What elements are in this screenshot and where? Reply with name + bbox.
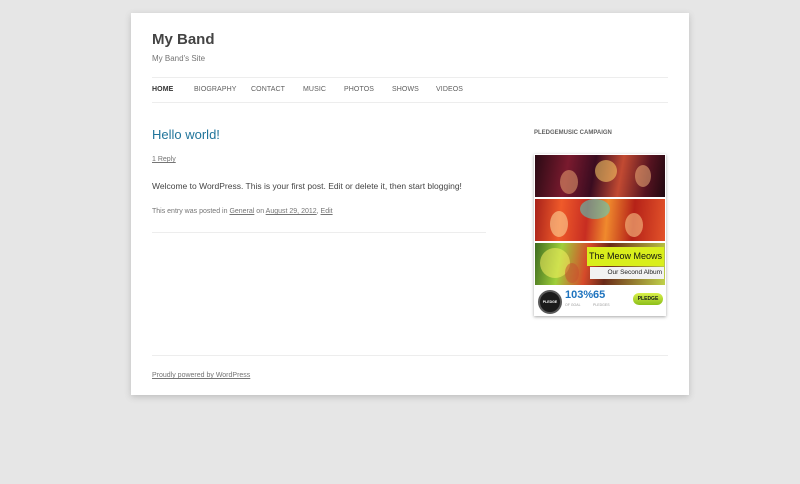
goal-percent: 103% xyxy=(565,289,594,301)
pledge-count: 65 xyxy=(593,289,606,301)
nav-item-photos[interactable]: Photos xyxy=(344,86,374,93)
widget-title: PledgeMusic Campaign xyxy=(534,130,612,136)
album-label: Our Second Album xyxy=(590,267,664,279)
category-link[interactable]: General xyxy=(229,208,254,215)
band-photo-1 xyxy=(535,155,665,197)
page-container: My Band My Band's Site Home Biography Co… xyxy=(131,13,689,395)
pledge-count-label: pledges xyxy=(593,303,610,307)
nav-item-music[interactable]: Music xyxy=(303,86,326,93)
nav-item-shows[interactable]: Shows xyxy=(392,86,419,93)
reply-link[interactable]: 1 Reply xyxy=(152,156,176,163)
entry-divider xyxy=(152,232,486,233)
post-content: Welcome to WordPress. This is your first… xyxy=(152,181,462,191)
post-title-link[interactable]: Hello world! xyxy=(152,127,220,142)
nav-item-home[interactable]: Home xyxy=(152,86,173,93)
goal-percent-label: of goal xyxy=(565,303,581,307)
pledge-button[interactable]: PLEDGE xyxy=(633,293,663,305)
pledgemusic-logo-icon: PLEDGE MUSIC xyxy=(538,290,562,314)
post-meta: This entry was posted in General on Augu… xyxy=(152,208,333,215)
nav-item-contact[interactable]: Contact xyxy=(251,86,285,93)
nav-item-videos[interactable]: Videos xyxy=(436,86,463,93)
meta-prefix: This entry was posted in xyxy=(152,208,228,215)
meta-on: on xyxy=(256,208,265,215)
campaign-stats-bar: PLEDGE MUSIC 103% of goal 65 pledges PLE… xyxy=(535,287,665,315)
footer-credit-link[interactable]: Proudly powered by WordPress xyxy=(152,372,250,379)
main-navigation: Home Biography Contact Music Photos Show… xyxy=(152,77,668,103)
band-name-banner: The Meow Meows xyxy=(587,247,664,266)
date-link[interactable]: August 29, 2012 xyxy=(266,208,317,215)
site-description: My Band's Site xyxy=(152,54,206,63)
footer-divider xyxy=(152,355,668,356)
edit-link[interactable]: Edit xyxy=(321,208,333,215)
nav-item-biography[interactable]: Biography xyxy=(194,86,237,93)
site-title[interactable]: My Band xyxy=(152,31,215,48)
pledgemusic-widget[interactable]: The Meow Meows Our Second Album PLEDGE M… xyxy=(534,154,666,316)
band-photo-2 xyxy=(535,199,665,241)
